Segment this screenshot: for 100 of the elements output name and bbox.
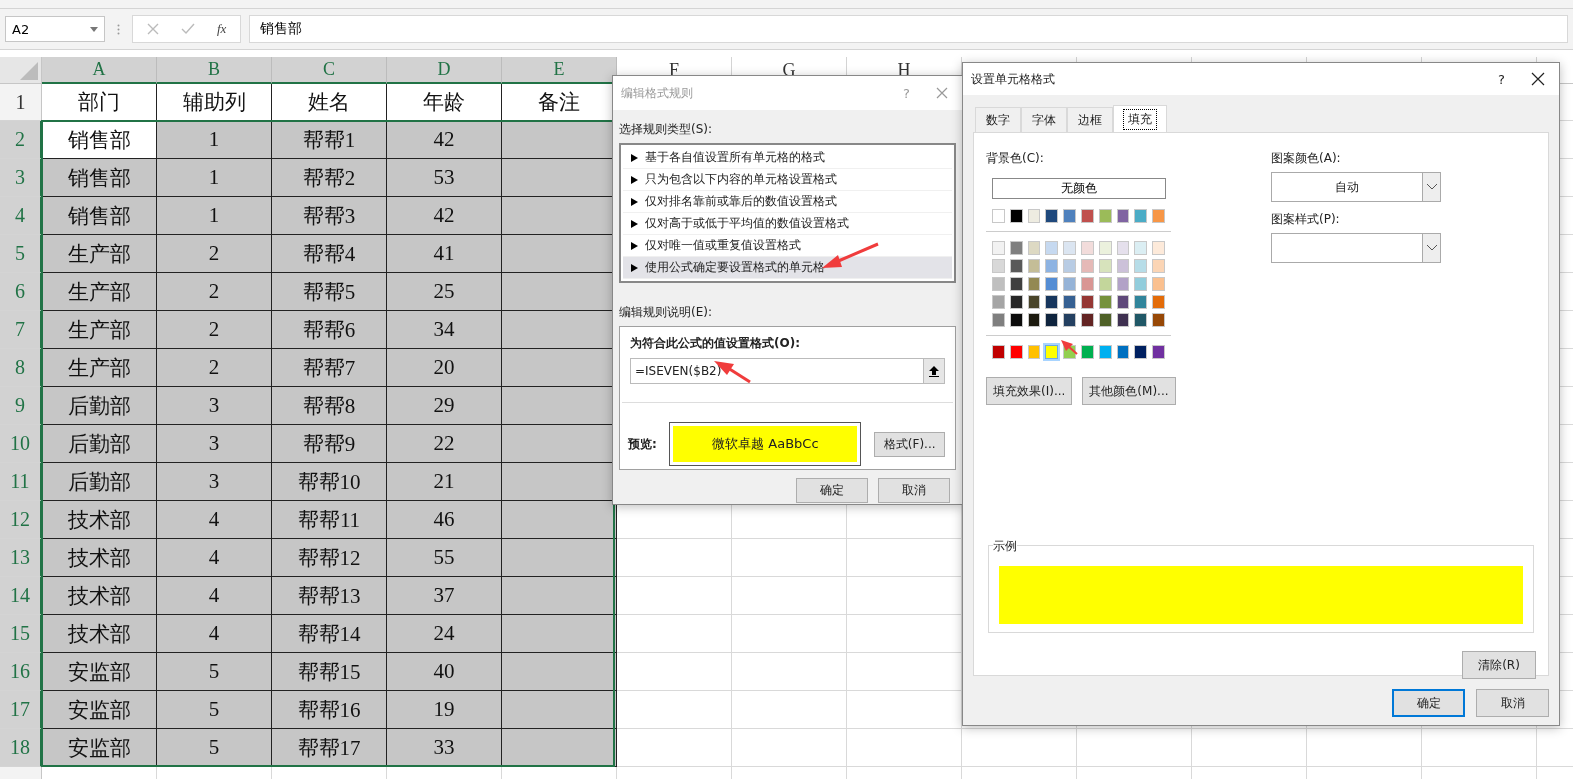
color-swatch[interactable] <box>1116 209 1130 223</box>
color-swatch[interactable] <box>1081 295 1094 309</box>
color-swatch[interactable] <box>992 277 1005 291</box>
color-swatch[interactable] <box>1134 295 1148 309</box>
row-header[interactable]: 7 <box>0 311 42 349</box>
color-swatch[interactable] <box>1098 209 1112 223</box>
column-header[interactable]: B <box>157 57 272 84</box>
row-header[interactable]: 12 <box>0 501 42 539</box>
row-header[interactable]: 11 <box>0 463 42 501</box>
color-swatch[interactable] <box>1027 209 1041 223</box>
color-swatch[interactable] <box>1045 295 1059 309</box>
color-swatch[interactable] <box>1134 345 1148 359</box>
row-header[interactable]: 9 <box>0 387 42 425</box>
color-swatch[interactable] <box>1063 277 1076 291</box>
color-swatch[interactable] <box>1152 277 1165 291</box>
color-swatch[interactable] <box>1152 209 1165 223</box>
color-swatch[interactable] <box>1098 277 1112 291</box>
color-swatch[interactable] <box>1009 295 1023 309</box>
color-swatch[interactable] <box>1152 259 1165 273</box>
color-swatch[interactable] <box>1081 277 1094 291</box>
row-header[interactable]: 3 <box>0 159 42 197</box>
color-swatch[interactable] <box>1098 313 1112 327</box>
format-button[interactable]: 格式(F)... <box>874 431 945 457</box>
color-swatch[interactable] <box>1152 241 1165 255</box>
color-swatch[interactable] <box>1027 277 1041 291</box>
rule-type-item[interactable]: 使用公式确定要设置格式的单元格 <box>623 257 952 279</box>
row-header[interactable]: 18 <box>0 729 42 767</box>
color-swatch[interactable] <box>1027 295 1041 309</box>
color-swatch[interactable] <box>1063 295 1076 309</box>
color-swatch[interactable] <box>1116 277 1130 291</box>
dialog-button[interactable]: 其他颜色(M)... <box>1082 377 1176 405</box>
tab[interactable]: 填充 <box>1113 105 1167 132</box>
color-swatch[interactable] <box>992 259 1005 273</box>
color-swatch[interactable] <box>1134 259 1148 273</box>
check-icon[interactable] <box>181 23 195 35</box>
color-swatch[interactable] <box>1098 259 1112 273</box>
color-swatch[interactable] <box>1009 277 1023 291</box>
column-header[interactable]: A <box>42 57 157 84</box>
row-header[interactable]: 15 <box>0 615 42 653</box>
rule-type-item[interactable]: 仅对排名靠前或靠后的数值设置格式 <box>623 191 952 213</box>
color-swatch[interactable] <box>1063 259 1076 273</box>
pattern-style-dropdown[interactable] <box>1271 233 1441 263</box>
color-swatch[interactable] <box>992 241 1005 255</box>
color-swatch[interactable] <box>1152 345 1165 359</box>
color-swatch[interactable] <box>1152 295 1165 309</box>
color-swatch[interactable] <box>1027 259 1041 273</box>
row-header[interactable]: 8 <box>0 349 42 387</box>
dialog-button[interactable]: 确定 <box>796 478 868 503</box>
formula-input[interactable]: 销售部 <box>249 15 1568 43</box>
color-swatch[interactable] <box>1116 259 1130 273</box>
clear-button[interactable]: 清除(R) <box>1462 651 1536 679</box>
rule-type-item[interactable]: 基于各自值设置所有单元格的格式 <box>623 147 952 169</box>
color-swatch[interactable] <box>1045 209 1059 223</box>
name-box[interactable]: A2 <box>5 16 105 42</box>
column-header[interactable]: D <box>387 57 502 84</box>
row-header[interactable]: 13 <box>0 539 42 577</box>
column-header[interactable]: E <box>502 57 617 84</box>
color-swatch[interactable] <box>1134 209 1148 223</box>
color-swatch[interactable] <box>1063 209 1076 223</box>
color-swatch[interactable] <box>1098 295 1112 309</box>
no-color-button[interactable]: 无颜色 <box>992 178 1166 199</box>
color-swatch[interactable] <box>992 209 1005 223</box>
color-swatch[interactable] <box>1116 241 1130 255</box>
color-swatch[interactable] <box>992 313 1005 327</box>
row-header[interactable]: 2 <box>0 121 42 159</box>
color-swatch[interactable] <box>1081 259 1094 273</box>
color-swatch[interactable] <box>1063 313 1076 327</box>
color-swatch[interactable] <box>1081 345 1094 359</box>
select-all-icon[interactable] <box>20 62 38 80</box>
color-swatch[interactable] <box>1045 241 1059 255</box>
color-swatch[interactable] <box>1116 295 1130 309</box>
row-header[interactable]: 17 <box>0 691 42 729</box>
tab[interactable]: 数字 <box>975 107 1021 132</box>
insert-function-button[interactable]: fx <box>217 21 227 37</box>
dialog-button[interactable]: 填充效果(I)... <box>986 377 1073 405</box>
row-header[interactable]: 10 <box>0 425 42 463</box>
color-swatch[interactable] <box>1045 313 1059 327</box>
color-swatch[interactable] <box>1134 277 1148 291</box>
color-swatch[interactable] <box>1098 241 1112 255</box>
color-swatch[interactable] <box>1045 277 1059 291</box>
help-button[interactable]: ? <box>1498 71 1505 87</box>
color-swatch[interactable] <box>992 295 1005 309</box>
tab[interactable]: 边框 <box>1067 107 1113 132</box>
color-swatch[interactable] <box>1009 241 1023 255</box>
color-swatch[interactable] <box>1027 241 1041 255</box>
color-swatch[interactable] <box>992 345 1005 359</box>
color-swatch[interactable] <box>1116 345 1130 359</box>
color-swatch[interactable] <box>1116 313 1130 327</box>
row-header[interactable]: 4 <box>0 197 42 235</box>
color-swatch[interactable] <box>1152 313 1165 327</box>
tab[interactable]: 字体 <box>1021 107 1067 132</box>
row-header[interactable]: 14 <box>0 577 42 615</box>
rule-type-item[interactable]: 仅对高于或低于平均值的数值设置格式 <box>623 213 952 235</box>
color-swatch[interactable] <box>1134 313 1148 327</box>
color-swatch[interactable] <box>1081 209 1094 223</box>
row-header[interactable]: 6 <box>0 273 42 311</box>
color-swatch[interactable] <box>1009 313 1023 327</box>
column-header[interactable]: C <box>272 57 387 84</box>
dialog-button[interactable]: 取消 <box>878 478 950 503</box>
row-header[interactable]: 1 <box>0 84 42 121</box>
